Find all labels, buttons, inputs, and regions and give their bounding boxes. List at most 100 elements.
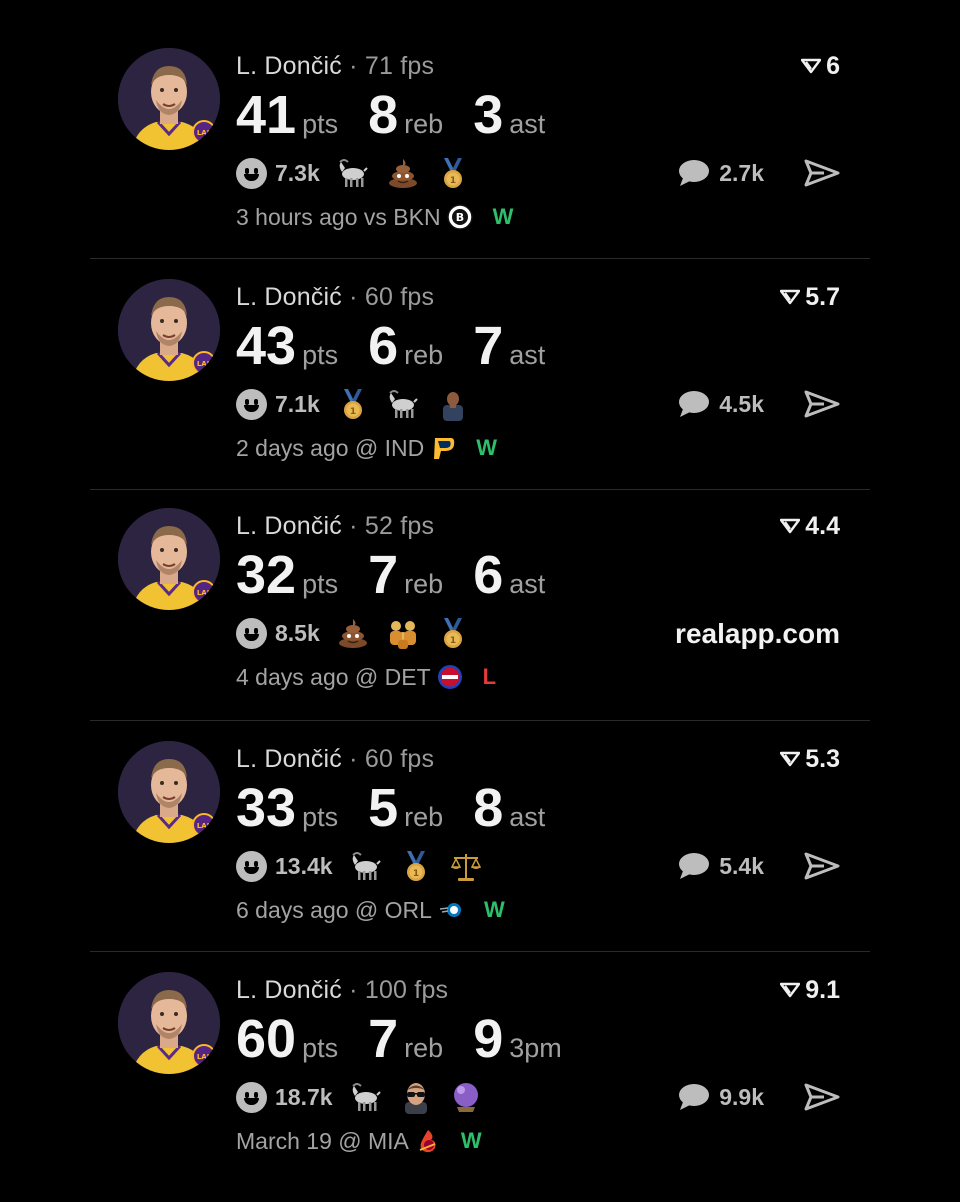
game-info: March 19 @ MIA bbox=[236, 1128, 409, 1154]
comment-count[interactable]: 5.4k bbox=[719, 853, 764, 880]
gold-medal-emoji-icon[interactable]: 1 bbox=[436, 616, 470, 650]
stat-line: 41 pts 8 reb 3 ast bbox=[236, 86, 840, 144]
post-actions: 2.7k bbox=[677, 158, 840, 188]
comment-count[interactable]: 2.7k bbox=[719, 160, 764, 187]
reaction-smiley-icon[interactable] bbox=[236, 1081, 267, 1113]
sunglasses-face-emoji-icon[interactable] bbox=[399, 1080, 433, 1114]
comment-icon[interactable] bbox=[677, 389, 711, 419]
stat-2-value: 6 bbox=[368, 316, 399, 376]
stat-1-value: 32 bbox=[236, 545, 297, 605]
reaction-smiley-icon[interactable] bbox=[236, 850, 267, 882]
game-meta: 3 hours ago vs BKN B W bbox=[236, 201, 840, 233]
heat-logo-icon bbox=[415, 1128, 441, 1154]
stat-1-unit: pts bbox=[302, 109, 339, 139]
post-card[interactable]: LAL 9.1 L. Dončić · 100 fps 60 pts 7 reb 9 3p… bbox=[90, 952, 870, 1202]
svg-text:B: B bbox=[455, 211, 463, 224]
goat-emoji-icon[interactable] bbox=[336, 156, 370, 190]
magic-logo-icon bbox=[438, 897, 464, 923]
comment-count[interactable]: 4.5k bbox=[719, 391, 764, 418]
watermark-url: realapp.com bbox=[675, 618, 840, 649]
goat-emoji-icon[interactable] bbox=[349, 849, 383, 883]
game-result: W bbox=[476, 435, 498, 460]
comment-icon[interactable] bbox=[677, 851, 711, 881]
game-info: 3 hours ago vs BKN bbox=[236, 204, 441, 230]
player-name-line: L. Dončić · 60 fps bbox=[236, 283, 435, 311]
player-avatar[interactable]: LAL bbox=[118, 741, 220, 843]
reaction-row: 7.1k 1 4.5k bbox=[236, 382, 840, 426]
player-name[interactable]: L. Dončić bbox=[236, 512, 342, 540]
player-emoji-icon[interactable] bbox=[436, 387, 470, 421]
stat-line: 60 pts 7 reb 9 3pm bbox=[236, 1010, 840, 1068]
reaction-count: 7.3k bbox=[275, 159, 320, 186]
stat-line: 32 pts 7 reb 6 ast bbox=[236, 546, 840, 604]
stat-3-unit: 3pm bbox=[509, 1033, 562, 1063]
stat-1-value: 43 bbox=[236, 316, 297, 376]
game-meta: 2 days ago @ IND W bbox=[236, 432, 840, 464]
post-actions: 4.5k bbox=[677, 389, 840, 419]
fps-score: 60 fps bbox=[364, 745, 435, 773]
reaction-row: 13.4k 1 5.4k bbox=[236, 844, 840, 888]
stat-1-value: 33 bbox=[236, 778, 297, 838]
game-info: 2 days ago @ IND bbox=[236, 435, 425, 461]
post-actions: 5.4k bbox=[677, 851, 840, 881]
svg-text:LAL: LAL bbox=[197, 360, 212, 368]
poop-emoji-icon[interactable] bbox=[336, 616, 370, 650]
gold-medal-emoji-icon[interactable]: 1 bbox=[436, 156, 470, 190]
stat-2-unit: reb bbox=[404, 340, 444, 370]
player-avatar[interactable]: LAL bbox=[118, 508, 220, 610]
fps-score: 100 fps bbox=[364, 976, 449, 1004]
game-info: 6 days ago @ ORL bbox=[236, 897, 432, 923]
gold-medal-emoji-icon[interactable]: 1 bbox=[399, 849, 433, 883]
game-result: W bbox=[460, 1128, 482, 1153]
player-name[interactable]: L. Dončić bbox=[236, 745, 342, 773]
family-emoji-icon[interactable] bbox=[386, 616, 420, 650]
stat-3-value: 9 bbox=[473, 1009, 504, 1069]
reaction-smiley-icon[interactable] bbox=[236, 388, 267, 420]
fps-score: 52 fps bbox=[364, 512, 435, 540]
stat-3-value: 8 bbox=[473, 778, 504, 838]
stat-1-unit: pts bbox=[302, 802, 339, 832]
share-send-icon[interactable] bbox=[804, 389, 840, 419]
reaction-count: 13.4k bbox=[275, 852, 333, 879]
share-send-icon[interactable] bbox=[804, 1082, 840, 1112]
comment-icon[interactable] bbox=[677, 1082, 711, 1112]
svg-text:LAL: LAL bbox=[197, 1053, 212, 1061]
player-name[interactable]: L. Dončić bbox=[236, 283, 342, 311]
reaction-row: 18.7k 9.9k bbox=[236, 1075, 840, 1119]
comment-icon[interactable] bbox=[677, 158, 711, 188]
stat-2-value: 7 bbox=[368, 545, 399, 605]
poop-emoji-icon[interactable] bbox=[386, 156, 420, 190]
pacers-logo-icon bbox=[430, 435, 456, 461]
fps-score: 60 fps bbox=[364, 283, 435, 311]
stat-3-unit: ast bbox=[509, 569, 546, 599]
stat-line: 33 pts 5 reb 8 ast bbox=[236, 779, 840, 837]
post-card[interactable]: LAL 5.7 L. Dončić · 60 fps 43 pts 6 reb 7 ast… bbox=[90, 259, 870, 489]
nets-logo-icon: B bbox=[446, 204, 473, 230]
svg-text:LAL: LAL bbox=[197, 129, 212, 137]
post-card[interactable]: LAL 5.3 L. Dončić · 60 fps 33 pts 5 reb 8 ast… bbox=[90, 721, 870, 951]
stat-3-unit: ast bbox=[509, 340, 546, 370]
comment-count[interactable]: 9.9k bbox=[719, 1084, 764, 1111]
gold-medal-emoji-icon[interactable]: 1 bbox=[336, 387, 370, 421]
reaction-smiley-icon[interactable] bbox=[236, 617, 267, 649]
goat-emoji-icon[interactable] bbox=[349, 1080, 383, 1114]
reaction-smiley-icon[interactable] bbox=[236, 157, 267, 189]
game-meta: March 19 @ MIA W bbox=[236, 1125, 840, 1157]
player-name[interactable]: L. Dončić bbox=[236, 52, 342, 80]
game-result: W bbox=[492, 204, 514, 229]
share-send-icon[interactable] bbox=[804, 851, 840, 881]
player-avatar[interactable]: LAL bbox=[118, 279, 220, 381]
player-name[interactable]: L. Dončić bbox=[236, 976, 342, 1004]
svg-text:1: 1 bbox=[412, 869, 418, 879]
share-send-icon[interactable] bbox=[804, 158, 840, 188]
post-card[interactable]: LAL 6 L. Dončić · 71 fps 41 pts 8 reb 3 ast 7… bbox=[90, 0, 870, 258]
goat-emoji-icon[interactable] bbox=[386, 387, 420, 421]
player-avatar[interactable]: LAL bbox=[118, 972, 220, 1074]
crystal-ball-emoji-icon[interactable] bbox=[449, 1080, 483, 1114]
game-meta: 4 days ago @ DET L bbox=[236, 661, 840, 693]
scales-emoji-icon[interactable] bbox=[449, 849, 483, 883]
stat-3-value: 6 bbox=[473, 545, 504, 605]
post-card[interactable]: LAL 4.4 L. Dončić · 52 fps 32 pts 7 reb 6 ast… bbox=[90, 490, 870, 720]
svg-text:1: 1 bbox=[450, 176, 456, 186]
player-avatar[interactable]: LAL bbox=[118, 48, 220, 150]
